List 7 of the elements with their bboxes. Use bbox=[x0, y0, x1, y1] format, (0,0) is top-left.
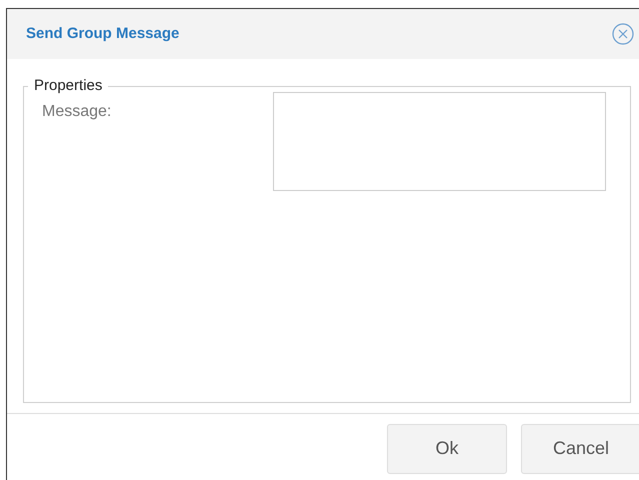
close-icon[interactable] bbox=[612, 23, 634, 45]
ok-button[interactable]: Ok bbox=[387, 424, 507, 474]
field-label: Message: bbox=[42, 102, 112, 122]
message-field[interactable] bbox=[273, 92, 606, 190]
dialog-title: Send Group Message bbox=[26, 24, 180, 44]
cancel-button[interactable]: Cancel bbox=[521, 424, 639, 474]
group-legend: Properties bbox=[28, 75, 108, 98]
